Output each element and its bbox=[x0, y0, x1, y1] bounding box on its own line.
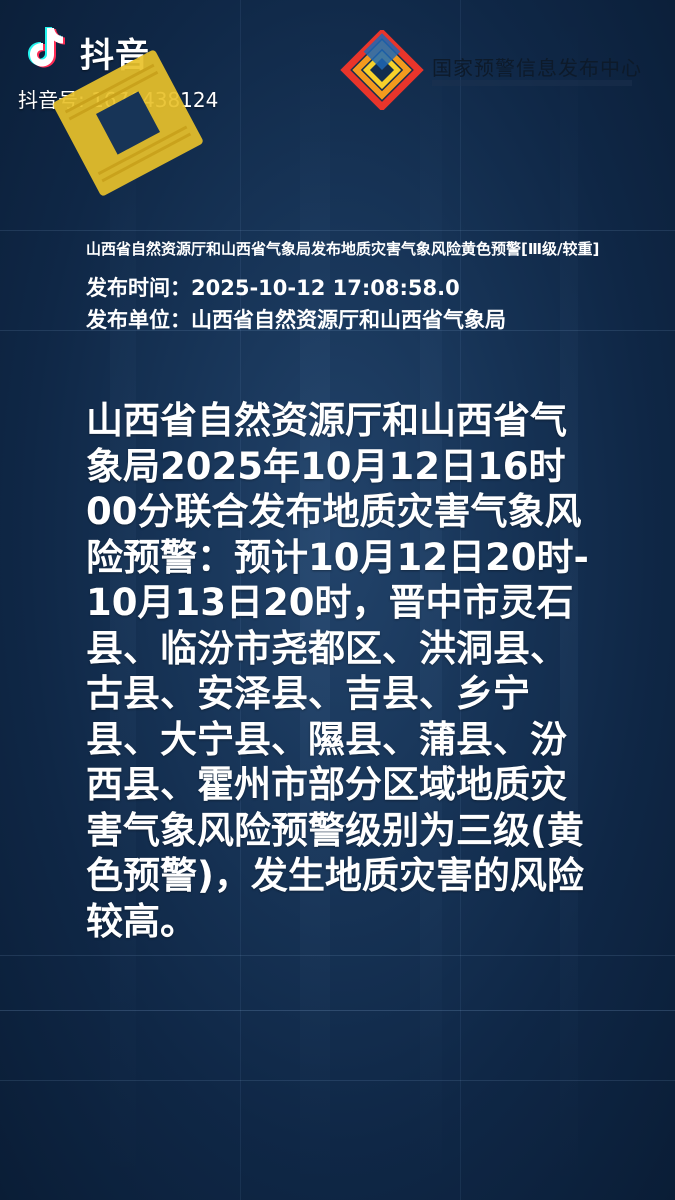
agency-name: 国家预警信息发布中心 bbox=[432, 56, 642, 80]
agency-subtitle-bar bbox=[432, 80, 632, 86]
notice-title: 山西省自然资源厅和山西省气象局发布地质灾害气象风险黄色预警[Ⅲ级/较重] bbox=[86, 240, 600, 258]
notice-time: 发布时间：2025-10-12 17:08:58.0 bbox=[86, 276, 460, 300]
agency-logo-icon bbox=[340, 30, 424, 110]
gold-emblem-icon bbox=[53, 50, 203, 196]
notice-unit: 发布单位：山西省自然资源厅和山西省气象局 bbox=[86, 308, 506, 332]
notice-body: 山西省自然资源厅和山西省气象局2025年10月12日16时00分联合发布地质灾害… bbox=[86, 399, 589, 943]
